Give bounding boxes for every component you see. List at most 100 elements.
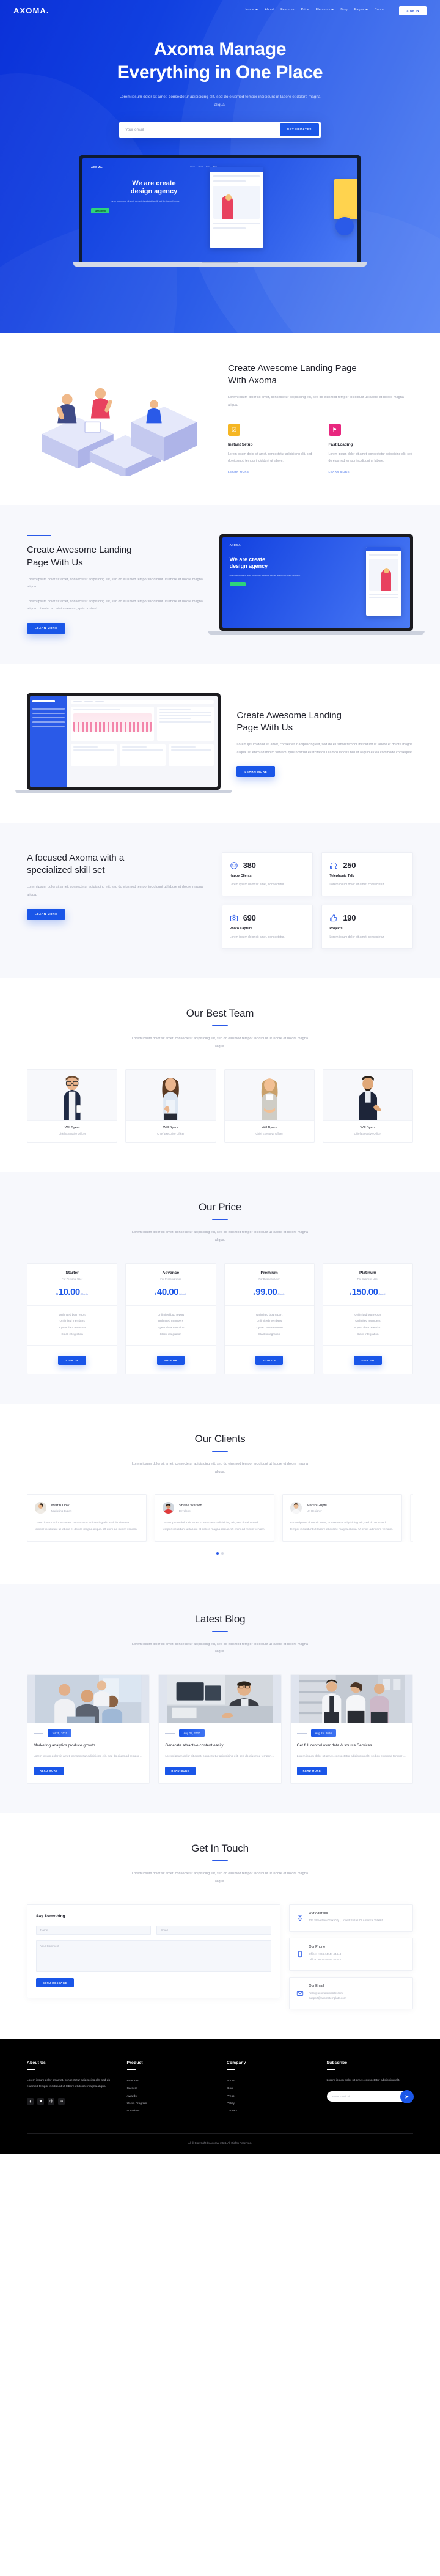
blog-date-badge: Jul 25, 2020	[48, 1729, 72, 1737]
currency-symbol: $	[56, 1292, 58, 1295]
team-member-role: Chief Executive Officer	[354, 1132, 382, 1135]
blog-date-badge: Aug 25, 2020	[310, 1729, 336, 1737]
sign-up-button[interactable]: SIGN UP	[58, 1355, 86, 1365]
team-member-card[interactable]: Will Byers Chief Executive Officer	[322, 1069, 413, 1143]
footer-link-blog[interactable]: Blog	[227, 2085, 314, 2092]
currency-symbol: $	[350, 1292, 351, 1295]
site-footer: About Us Lorem ipsum dolor sit amet, con…	[0, 2039, 440, 2155]
contact-info-text-block: Our Email hello@axomatemplate.com suppor…	[309, 1984, 346, 2002]
stats-section: A focused Axoma with a specialized skill…	[0, 823, 440, 979]
team-member-info: Will Byers Chief Executive Officer	[323, 1119, 413, 1142]
blog-post-title[interactable]: Generate attractive content easily	[165, 1743, 274, 1749]
mock-nav-item: Home	[190, 166, 196, 168]
learn-more-button[interactable]: LEARN MORE	[27, 908, 65, 920]
hero-email-input[interactable]	[125, 127, 280, 132]
pricing-section: Our Price Lorem ipsum dolor sit amet, co…	[0, 1171, 440, 1404]
testimonial-role: UX Designer	[306, 1509, 322, 1512]
feature-1-desc: Lorem ipsum dolor sit amet, consectetur …	[228, 396, 404, 407]
footer-column-about: About Us Lorem ipsum dolor sit amet, con…	[27, 2061, 114, 2115]
testimonial-card: Shane Watson Developer Lorem ipsum dolor…	[154, 1494, 274, 1542]
send-arrow-icon[interactable]	[400, 2089, 414, 2103]
name-field[interactable]: Name	[36, 1925, 152, 1935]
footer-link-press[interactable]: Press	[227, 2093, 314, 2100]
laptop-screen: AXOMA. Home About Price Blog We are crea…	[79, 155, 361, 262]
mock-heading: We are create design agency	[230, 556, 325, 570]
blog-post-title[interactable]: Marketing analytics produce growth	[34, 1743, 143, 1749]
testimonial-carousel[interactable]: Martin Dow Marketing Expert Lorem ipsum …	[27, 1494, 413, 1542]
mock-heading-line-2: design agency	[130, 187, 178, 195]
sign-up-button[interactable]: SIGN UP	[354, 1355, 382, 1365]
nav-item-elements[interactable]: Elements	[315, 8, 334, 13]
sign-in-button[interactable]: SIGN IN	[399, 6, 427, 15]
footer-links: Features Careers Awards Users Program Lo…	[127, 2078, 214, 2115]
blog-card[interactable]: Jul 25, 2020 Marketing analytics produce…	[27, 1674, 150, 1784]
stat-head: 190	[329, 913, 405, 922]
linkedin-icon[interactable]	[58, 2097, 65, 2105]
footer-link-features[interactable]: Features	[127, 2078, 214, 2085]
blog-card[interactable]: Aug 25, 2020 Generate attractive content…	[158, 1674, 282, 1784]
twitter-icon[interactable]	[37, 2097, 44, 2105]
stat-desc: Lorem ipsum dolor sit amet, consectetur.	[229, 883, 285, 887]
team-member-card[interactable]: Will Byers Chief Executive Officer	[27, 1069, 118, 1143]
footer-link-policy[interactable]: Policy	[227, 2100, 314, 2108]
learn-more-link[interactable]: LEARN MORE	[329, 470, 350, 473]
brand-logo[interactable]: AXOMA.	[13, 6, 50, 15]
feature-1-illustration	[27, 362, 212, 476]
nav-item-blog[interactable]: Blog	[340, 8, 348, 13]
testimonial-head: Shane Watson Developer	[162, 1502, 266, 1514]
nav-item-features[interactable]: Features	[280, 8, 295, 13]
read-more-button[interactable]: READ MORE	[296, 1766, 328, 1775]
topbar-item	[73, 701, 82, 703]
pricing-grid: Starter For Personal User $ 10.00 /Month…	[27, 1262, 413, 1374]
dribbble-icon[interactable]	[48, 2097, 54, 2105]
footer-subscribe-text: Lorem ipsum dolor sit amet, consectetur …	[326, 2079, 400, 2083]
blog-card[interactable]: Aug 25, 2020 Get full control over data …	[290, 1674, 413, 1784]
feature-2-title-line-2: Page With Us	[27, 557, 83, 568]
nav-item-home[interactable]: Home	[245, 8, 258, 13]
footer-link-contact[interactable]: Contact	[227, 2108, 314, 2115]
nav-item-contact[interactable]: Contact	[374, 8, 387, 13]
send-message-button[interactable]: SEND MESSAGE	[36, 1978, 74, 1987]
learn-more-button[interactable]: LEARN MORE	[237, 766, 276, 778]
carousel-dot[interactable]	[221, 1551, 224, 1555]
email-field[interactable]: Email	[156, 1925, 272, 1935]
footer-heading-rule	[326, 2069, 336, 2070]
footer-socials	[27, 2097, 114, 2105]
contact-header: Get In Touch Lorem ipsum dolor sit amet,…	[27, 1842, 413, 1886]
sign-up-button[interactable]: SIGN UP	[156, 1355, 185, 1365]
contact-title: Get In Touch	[191, 1842, 249, 1854]
learn-more-button[interactable]: LEARN MORE	[27, 622, 65, 634]
get-updates-button[interactable]: GET UPDATES	[279, 123, 319, 136]
blog-post-title[interactable]: Get full control over data & source Serv…	[297, 1743, 406, 1749]
laptop-screen-content: AXOMA. We are create design agency Lorem…	[222, 537, 410, 628]
team-member-card[interactable]: Will Byers Chief Executive Officer	[125, 1069, 216, 1143]
learn-more-link[interactable]: LEARN MORE	[228, 470, 249, 473]
pricing-card-advance: Advance For Personal User $ 40.00 /Month…	[125, 1262, 216, 1374]
nav-item-about[interactable]: About	[265, 8, 274, 13]
pricing-title: Our Price	[199, 1201, 241, 1213]
nav-item-price[interactable]: Price	[301, 8, 309, 13]
stats-wrapper: A focused Axoma with a specialized skill…	[27, 852, 413, 949]
sign-up-button[interactable]: SIGN UP	[255, 1355, 284, 1365]
carousel-dot-active[interactable]	[216, 1551, 219, 1555]
comment-field[interactable]: Your Comment	[36, 1940, 272, 1972]
footer-link-awards[interactable]: Awards	[127, 2093, 214, 2100]
hero-title-line-2: Everything in One Place	[117, 62, 323, 83]
isometric-illustration-icon	[42, 388, 197, 476]
footer-link-about[interactable]: About	[227, 2078, 314, 2085]
testimonial-role: Developer	[178, 1509, 191, 1512]
topbar-item	[84, 701, 94, 703]
team-member-card[interactable]: Will Byers Chief Executive Officer	[224, 1069, 315, 1143]
blog-card-body: Aug 25, 2020 Get full control over data …	[291, 1723, 413, 1783]
footer-link-locations[interactable]: Locations	[127, 2108, 214, 2115]
nav-item-pages[interactable]: Pages	[354, 8, 368, 13]
footer-link-careers[interactable]: Careers	[127, 2085, 214, 2092]
team-member-info: Will Byers Chief Executive Officer	[224, 1119, 314, 1142]
pricing-card-top: Advance For Personal User $ 40.00 /Month	[126, 1264, 215, 1305]
read-more-button[interactable]: READ MORE	[34, 1766, 64, 1775]
footer-link-users-program[interactable]: Users Program	[127, 2100, 214, 2108]
facebook-icon[interactable]	[27, 2097, 34, 2105]
person-photo-icon	[358, 1075, 381, 1120]
person-photo-icon	[162, 1078, 180, 1120]
read-more-button[interactable]: READ MORE	[165, 1766, 196, 1775]
